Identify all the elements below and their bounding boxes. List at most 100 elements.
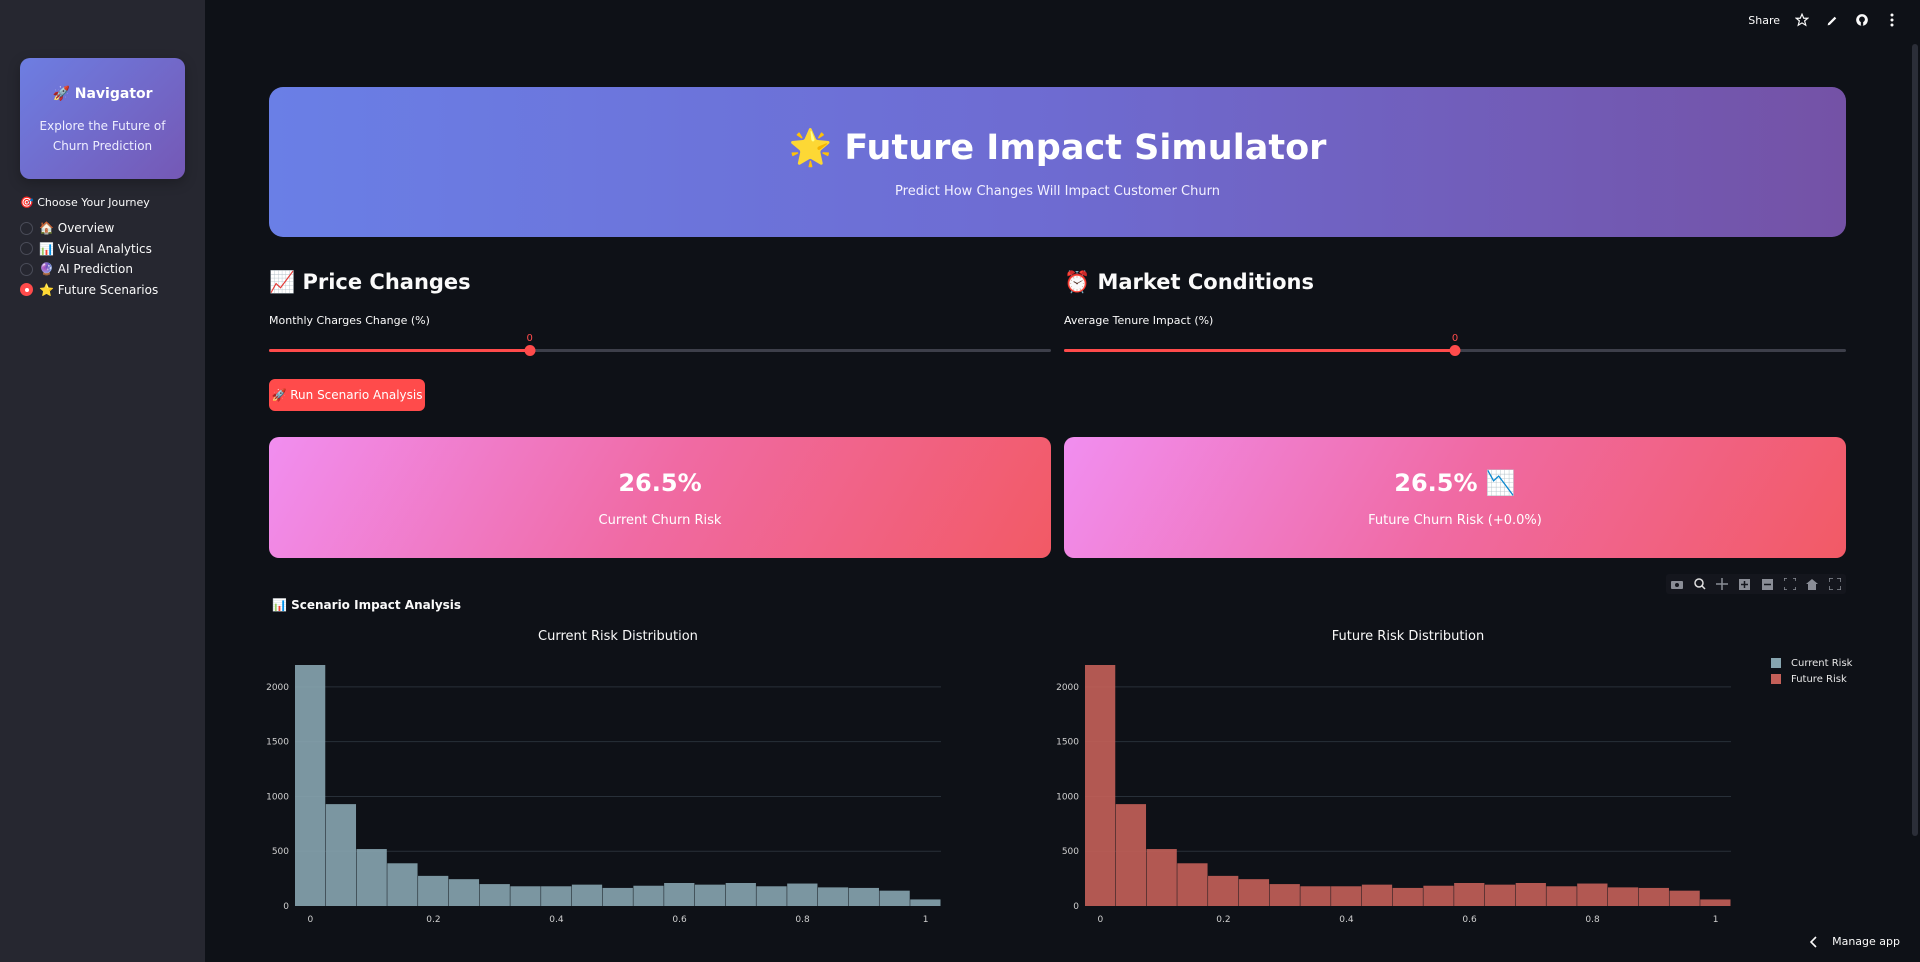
radio-label: 🏠 Overview bbox=[39, 221, 115, 236]
histogram-bar bbox=[1700, 899, 1731, 906]
histogram-bar bbox=[1146, 849, 1177, 906]
x-tick-label: 0 bbox=[1098, 915, 1104, 925]
x-tick-label: 1 bbox=[923, 915, 929, 925]
hero-banner: 🌟 Future Impact Simulator Predict How Ch… bbox=[269, 87, 1846, 237]
histogram-bar bbox=[295, 665, 326, 906]
histogram-bar bbox=[756, 886, 787, 906]
histogram-bar bbox=[1454, 882, 1485, 906]
legend-label: Future Risk bbox=[1791, 673, 1847, 685]
y-tick-label: 0 bbox=[283, 902, 289, 912]
current-churn-value: 26.5% bbox=[618, 469, 702, 497]
y-tick-label: 1500 bbox=[1056, 738, 1079, 748]
histogram-bar bbox=[848, 887, 879, 906]
fullscreen-icon[interactable] bbox=[1828, 577, 1842, 591]
zoom-in-icon[interactable] bbox=[1738, 577, 1752, 591]
more-icon[interactable] bbox=[1884, 12, 1900, 28]
histogram-bar bbox=[633, 885, 664, 906]
x-tick-label: 0.4 bbox=[1339, 915, 1354, 925]
reset-axes-icon[interactable] bbox=[1805, 577, 1819, 591]
histogram-bar bbox=[1208, 875, 1239, 906]
slider-thumb[interactable] bbox=[524, 345, 536, 356]
x-tick-label: 0.2 bbox=[426, 915, 440, 925]
x-tick-label: 0.6 bbox=[1462, 915, 1477, 925]
radio-button[interactable] bbox=[20, 242, 33, 256]
app-root: 🚀 Navigator Explore the Future of Churn … bbox=[0, 0, 1920, 962]
histogram-bar bbox=[910, 899, 941, 906]
y-tick-label: 0 bbox=[1073, 902, 1079, 912]
y-tick-label: 2000 bbox=[1056, 683, 1079, 693]
camera-icon[interactable] bbox=[1670, 577, 1684, 591]
histogram-bar bbox=[1607, 887, 1639, 906]
histogram-bar bbox=[1331, 886, 1362, 906]
page-title: 🌟 Future Impact Simulator bbox=[788, 128, 1327, 168]
github-icon[interactable] bbox=[1854, 12, 1870, 28]
histogram-bar bbox=[725, 882, 756, 906]
radio-item-overview[interactable]: 🏠 Overview bbox=[20, 218, 158, 239]
radio-button[interactable] bbox=[20, 262, 33, 276]
histogram-bar bbox=[817, 887, 849, 906]
radio-label: 📊 Visual Analytics bbox=[39, 241, 152, 256]
slider-thumb[interactable] bbox=[1449, 345, 1461, 356]
market-conditions-header: ⏰ Market Conditions bbox=[1064, 270, 1315, 294]
tenure-impact-slider[interactable]: 0 bbox=[1064, 333, 1846, 357]
chart-title: Current Risk Distribution bbox=[538, 629, 698, 644]
legend-swatch bbox=[1771, 658, 1781, 668]
histogram-bar bbox=[602, 887, 633, 906]
run-scenario-button[interactable]: 🚀 Run Scenario Analysis bbox=[269, 379, 425, 411]
histogram-bar bbox=[879, 890, 910, 906]
chart-section-title: 📊 Scenario Impact Analysis bbox=[272, 598, 462, 612]
histogram-bar bbox=[1638, 887, 1669, 906]
histogram-bar bbox=[1085, 665, 1116, 906]
x-tick-label: 0.6 bbox=[672, 915, 687, 925]
page-scrollbar[interactable] bbox=[1912, 44, 1918, 836]
journey-radio-group: 🏠 Overview 📊 Visual Analytics 🔮 AI Predi… bbox=[20, 218, 158, 300]
radio-button[interactable] bbox=[20, 221, 33, 235]
star-icon[interactable] bbox=[1794, 12, 1810, 28]
slider-value: 0 bbox=[1451, 333, 1459, 344]
slider-value: 0 bbox=[526, 333, 533, 344]
page-subtitle: Predict How Changes Will Impact Customer… bbox=[895, 184, 1220, 199]
manage-app-button[interactable]: Manage app bbox=[1810, 935, 1900, 948]
x-tick-label: 0 bbox=[308, 915, 314, 925]
zoom-out-icon[interactable] bbox=[1760, 577, 1774, 591]
radio-item-future-scenarios[interactable]: ⭐ Future Scenarios bbox=[20, 280, 158, 301]
pan-icon[interactable] bbox=[1715, 577, 1729, 591]
slider-fill bbox=[269, 349, 530, 352]
zoom-icon[interactable] bbox=[1693, 577, 1707, 591]
radio-item-visual-analytics[interactable]: 📊 Visual Analytics bbox=[20, 239, 158, 260]
monthly-charges-slider[interactable]: 0 bbox=[269, 333, 1051, 357]
legend-label: Current Risk bbox=[1791, 657, 1853, 669]
navigator-title: 🚀 Navigator bbox=[52, 86, 153, 102]
current-churn-label: Current Churn Risk bbox=[598, 513, 722, 528]
slider-fill bbox=[1064, 349, 1455, 352]
histogram-bar bbox=[418, 875, 449, 906]
histogram-bar bbox=[387, 863, 418, 906]
histogram-bar bbox=[1300, 886, 1331, 906]
y-tick-label: 1500 bbox=[266, 738, 289, 748]
manage-app-label: Manage app bbox=[1832, 935, 1900, 948]
histogram-bar bbox=[1361, 884, 1393, 906]
legend-item-current[interactable]: Current Risk bbox=[1771, 655, 1852, 671]
future-churn-label: Future Churn Risk (+0.0%) bbox=[1368, 513, 1542, 528]
edit-icon[interactable] bbox=[1824, 12, 1840, 28]
radio-item-ai-prediction[interactable]: 🔮 AI Prediction bbox=[20, 259, 158, 280]
y-tick-label: 1000 bbox=[266, 792, 289, 802]
radio-button-selected[interactable] bbox=[20, 283, 33, 297]
histogram-bar bbox=[1423, 885, 1454, 906]
autoscale-icon[interactable] bbox=[1783, 577, 1797, 591]
histogram-bar bbox=[1546, 886, 1577, 906]
top-toolbar: Share bbox=[1748, 12, 1900, 28]
x-tick-label: 0.8 bbox=[1585, 915, 1600, 925]
navigator-subtitle: Explore the Future of Churn Prediction bbox=[39, 119, 166, 153]
histogram-bar bbox=[510, 886, 541, 906]
price-changes-header: 📈 Price Changes bbox=[269, 270, 471, 294]
y-tick-label: 500 bbox=[1062, 847, 1079, 857]
share-button[interactable]: Share bbox=[1748, 14, 1780, 27]
navigator-card: 🚀 Navigator Explore the Future of Churn … bbox=[20, 58, 185, 179]
histogram-charts: Current Risk Distribution050010001500200… bbox=[266, 629, 1731, 925]
sidebar: 🚀 Navigator Explore the Future of Churn … bbox=[0, 0, 205, 962]
histogram-bar bbox=[448, 879, 480, 906]
tenure-impact-label: Average Tenure Impact (%) bbox=[1064, 314, 1214, 327]
histogram-bar bbox=[1238, 879, 1270, 906]
legend-item-future[interactable]: Future Risk bbox=[1771, 671, 1852, 687]
